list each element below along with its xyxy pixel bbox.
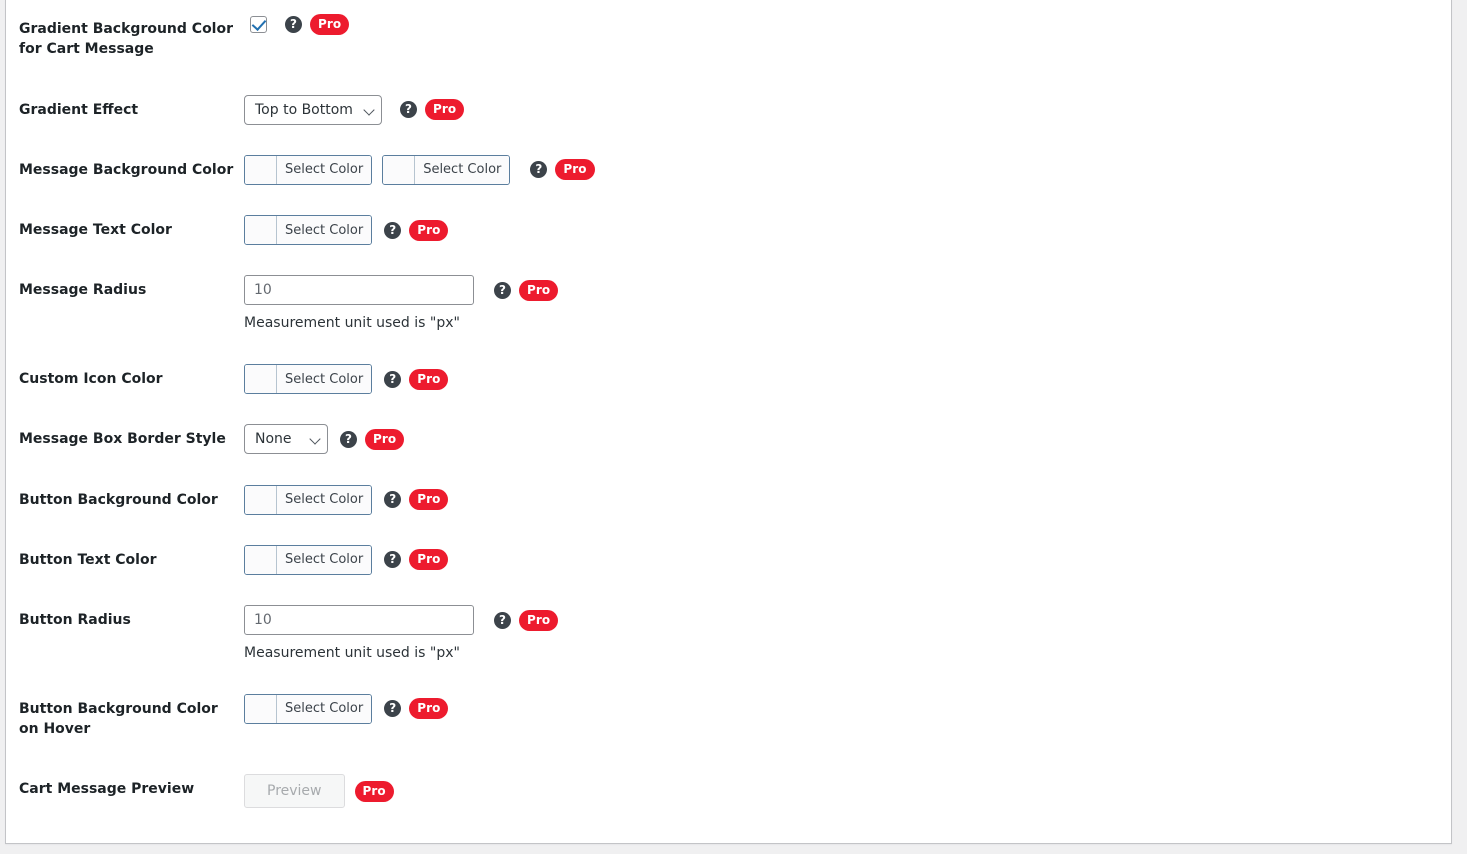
row-field-button-background-color: Select Color ? Pro (244, 470, 1451, 530)
row-label-message-radius: Message Radius (19, 282, 147, 299)
message-background-color-picker-1[interactable]: Select Color (244, 154, 373, 185)
pro-badge[interactable]: Pro (424, 99, 465, 121)
help-icon[interactable]: ? (494, 611, 511, 629)
button-radius-input-placeholder: 10 (254, 612, 272, 629)
help-icon[interactable]: ? (384, 700, 402, 718)
pro-badge[interactable]: Pro (519, 609, 559, 631)
help-icon[interactable]: ? (399, 101, 417, 119)
help-icon[interactable]: ? (384, 551, 402, 569)
select-color-label: Select Color (415, 155, 510, 184)
settings-panel: Gradient Background Color for Cart Messa… (5, 0, 1452, 844)
button-radius-input[interactable]: 10 (244, 605, 474, 636)
row-field-cart-message-preview: Preview Pro (244, 759, 1451, 823)
pro-badge[interactable]: Pro (365, 428, 405, 450)
message-box-border-style-select[interactable]: None (244, 424, 328, 455)
row-field-message-radius: 10 ? Pro Measurement unit used is "px" (244, 260, 1451, 349)
help-icon[interactable]: ? (384, 491, 402, 509)
row-field-gradient-effect: Top to Bottom ? Pro (244, 80, 1451, 140)
message-text-color-picker[interactable]: Select Color (244, 215, 373, 246)
table-row: Custom Icon Color Select Color ? Pro (6, 349, 1451, 409)
help-icon[interactable]: ? (384, 370, 402, 388)
help-icon[interactable]: ? (494, 281, 511, 299)
row-label-button-text-color: Button Text Color (19, 551, 157, 568)
select-color-label: Select Color (277, 545, 372, 574)
table-row: Button Background Color on Hover Select … (6, 679, 1451, 760)
help-icon[interactable]: ? (384, 221, 402, 239)
color-swatch[interactable] (245, 545, 277, 574)
pro-badge[interactable]: Pro (409, 219, 449, 241)
color-swatch[interactable] (245, 155, 277, 184)
table-row: Button Radius 10 ? Pro Measurement unit … (6, 590, 1451, 679)
button-background-color-picker[interactable]: Select Color (244, 484, 373, 515)
pro-badge[interactable]: Pro (409, 489, 449, 511)
pro-badge[interactable]: Pro (409, 368, 449, 390)
table-row: Message Text Color Select Color ? Pro (6, 200, 1451, 260)
select-color-label: Select Color (277, 694, 372, 723)
message-box-border-style-select-value: None (255, 431, 292, 448)
page-root: Gradient Background Color for Cart Messa… (0, 0, 1467, 854)
help-icon[interactable]: ? (285, 16, 302, 33)
row-label-button-background-color: Button Background Color (19, 491, 218, 508)
pro-badge[interactable]: Pro (310, 14, 350, 35)
gradient-effect-select[interactable]: Top to Bottom (244, 94, 382, 125)
color-swatch[interactable] (245, 694, 277, 723)
row-label-button-radius: Button Radius (19, 612, 131, 629)
row-field-button-background-color-on-hover: Select Color ? Pro (244, 679, 1451, 760)
settings-form-table: Gradient Background Color for Cart Messa… (6, 0, 1451, 823)
gradient-background-checkbox[interactable] (250, 16, 267, 33)
table-row: Button Text Color Select Color ? Pro (6, 530, 1451, 590)
table-row: Gradient Background Color for Cart Messa… (6, 0, 1451, 80)
color-swatch[interactable] (383, 155, 416, 184)
help-icon[interactable]: ? (530, 161, 548, 179)
message-background-color-picker-2[interactable]: Select Color (382, 154, 511, 185)
select-color-label: Select Color (277, 216, 372, 245)
row-label-message-text-color: Message Text Color (19, 222, 172, 239)
preview-button[interactable]: Preview (244, 774, 345, 809)
table-row: Message Box Border Style None ? Pro (6, 409, 1451, 469)
row-field-gradient-background-color: ? Pro (244, 0, 1451, 80)
table-row: Gradient Effect Top to Bottom ? Pro (6, 80, 1451, 140)
chevron-down-icon (311, 436, 319, 444)
message-radius-description: Measurement unit used is "px" (244, 315, 460, 332)
select-color-label: Select Color (277, 365, 372, 394)
row-label-cart-message-preview: Cart Message Preview (19, 781, 195, 798)
pro-badge[interactable]: Pro (409, 549, 449, 571)
button-text-color-picker[interactable]: Select Color (244, 544, 373, 575)
message-radius-input[interactable]: 10 (244, 275, 474, 306)
help-icon[interactable]: ? (340, 430, 357, 448)
pro-badge[interactable]: Pro (519, 279, 559, 301)
color-swatch[interactable] (245, 485, 277, 514)
row-label-message-box-border-style: Message Box Border Style (19, 431, 226, 448)
row-label-custom-icon-color: Custom Icon Color (19, 371, 163, 388)
row-label-button-background-color-on-hover: Button Background Color on Hover (19, 700, 218, 738)
row-label-gradient-background-color: Gradient Background Color for Cart Messa… (19, 21, 234, 58)
table-row: Message Background Color Select Color Se… (6, 140, 1451, 200)
row-label-message-background-color: Message Background Color (19, 161, 234, 178)
select-color-label: Select Color (277, 155, 372, 184)
color-swatch[interactable] (245, 216, 277, 245)
table-row: Button Background Color Select Color ? P… (6, 470, 1451, 530)
button-background-hover-color-picker[interactable]: Select Color (244, 693, 373, 724)
message-radius-input-placeholder: 10 (254, 282, 272, 299)
pro-badge[interactable]: Pro (409, 698, 449, 720)
row-field-message-box-border-style: None ? Pro (244, 409, 1451, 469)
chevron-down-icon (365, 107, 373, 115)
button-radius-description: Measurement unit used is "px" (244, 645, 460, 662)
pro-badge[interactable]: Pro (555, 159, 595, 181)
row-field-button-text-color: Select Color ? Pro (244, 530, 1451, 590)
select-color-label: Select Color (277, 485, 372, 514)
row-field-button-radius: 10 ? Pro Measurement unit used is "px" (244, 590, 1451, 679)
gradient-effect-select-value: Top to Bottom (255, 101, 353, 118)
row-label-gradient-effect: Gradient Effect (19, 101, 139, 118)
pro-badge[interactable]: Pro (354, 780, 394, 802)
table-row: Cart Message Preview Preview Pro (6, 759, 1451, 823)
row-field-message-text-color: Select Color ? Pro (244, 200, 1451, 260)
color-swatch[interactable] (245, 365, 277, 394)
custom-icon-color-picker[interactable]: Select Color (244, 364, 373, 395)
table-row: Message Radius 10 ? Pro Measurement unit… (6, 260, 1451, 349)
row-field-custom-icon-color: Select Color ? Pro (244, 349, 1451, 409)
row-field-message-background-color: Select Color Select Color ? Pro (244, 140, 1451, 200)
